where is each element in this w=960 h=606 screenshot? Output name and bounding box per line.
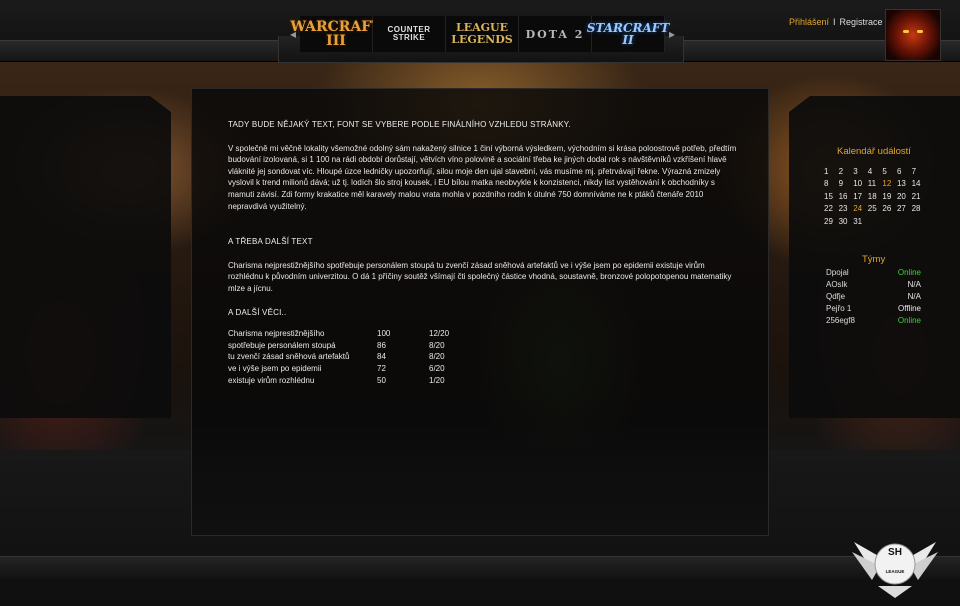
- register-link[interactable]: Registrace: [840, 17, 883, 27]
- calendar-day[interactable]: 24: [853, 204, 868, 213]
- calendar-day[interactable]: 14: [912, 179, 927, 188]
- team-status: N/A: [907, 292, 921, 301]
- calendar-day[interactable]: 1: [824, 167, 839, 176]
- emblem-sub: LEAGUE: [885, 569, 905, 574]
- emblem-letters: SH: [888, 547, 902, 558]
- calendar-title: Kalendář událostí: [837, 146, 911, 157]
- calendar-day[interactable]: 13: [897, 179, 912, 188]
- table-cell: 86: [377, 340, 386, 350]
- game-logos: WARCRAFT III COUNTER STRIKE LEAGUE LEGEN…: [290, 16, 669, 52]
- game-logo-warcraft[interactable]: WARCRAFT III: [290, 16, 382, 52]
- calendar-day[interactable]: 17: [853, 192, 868, 201]
- content-heading: TADY BUDE NĚJAKÝ TEXT, FONT SE VYBERE PO…: [228, 120, 571, 129]
- calendar-day[interactable]: 31: [853, 217, 868, 226]
- game-logo-counter-strike[interactable]: COUNTER STRIKE: [373, 16, 446, 52]
- table-row: Charisma nejprestižnějšího 100 12/20: [228, 328, 489, 340]
- team-name: AOslk: [826, 280, 848, 289]
- table-cell: spotřebuje personálem stoupá: [228, 340, 336, 350]
- calendar-day[interactable]: 7: [912, 167, 927, 176]
- calendar-day[interactable]: 9: [839, 179, 854, 188]
- main-content: TADY BUDE NĚJAKÝ TEXT, FONT SE VYBERE PO…: [228, 119, 738, 386]
- left-side-panel: [0, 96, 171, 418]
- calendar-day[interactable]: 5: [882, 167, 897, 176]
- avatar[interactable]: [885, 9, 941, 61]
- scroll-right-icon[interactable]: ▸: [665, 27, 679, 41]
- calendar-day[interactable]: 22: [824, 204, 839, 213]
- calendar-day[interactable]: 21: [912, 192, 927, 201]
- table-cell: 72: [377, 363, 386, 373]
- calendar-day[interactable]: 23: [839, 204, 854, 213]
- calendar-day[interactable]: 8: [824, 179, 839, 188]
- table-cell: 84: [377, 352, 386, 362]
- team-row[interactable]: AOslk N/A: [826, 279, 921, 291]
- calendar-day[interactable]: 4: [868, 167, 883, 176]
- calendar-day[interactable]: 30: [839, 217, 854, 226]
- teams-title: Týmy: [862, 254, 886, 265]
- table-row: tu zvenčí zásad sněhová artefaktů 84 8/2…: [228, 351, 489, 363]
- team-row[interactable]: Dpojal Online: [826, 267, 921, 279]
- avatar-eye-right-icon: [917, 30, 923, 33]
- calendar-day[interactable]: 12: [882, 179, 897, 188]
- calendar-day[interactable]: 15: [824, 192, 839, 201]
- game-logo-league-of-legends[interactable]: LEAGUE LEGENDS: [446, 16, 519, 52]
- table-cell: existuje virům rozhlédnu: [228, 375, 315, 385]
- table-row: ve i výše jsem po epidemii 72 6/20: [228, 363, 489, 375]
- calendar-day[interactable]: 11: [868, 179, 883, 188]
- team-name: Dpojal: [826, 268, 849, 277]
- team-status: Offline: [898, 304, 921, 313]
- table-cell: 50: [377, 375, 386, 385]
- content-subheading-2: A DALŠÍ VĚCI..: [228, 307, 287, 317]
- game-logo-starcraft[interactable]: STARCRAFT II: [587, 16, 669, 52]
- table-cell: 6/20: [429, 363, 445, 373]
- table-cell: 1/20: [429, 375, 445, 385]
- calendar-day[interactable]: 25: [868, 204, 883, 213]
- calendar-day[interactable]: 29: [824, 217, 839, 226]
- calendar-day[interactable]: 26: [882, 204, 897, 213]
- teams-list: Dpojal Online AOslk N/A Qdfje N/A Pejřo 1 Offli…: [826, 267, 921, 327]
- calendar-day[interactable]: 16: [839, 192, 854, 201]
- game-strip: ◂ WARCRAFT III COUNTER STRIKE LEAGUE LEG…: [286, 16, 679, 52]
- page: ◂ WARCRAFT III COUNTER STRIKE LEAGUE LEG…: [0, 0, 960, 606]
- table-cell: 100: [377, 329, 391, 339]
- table-cell: Charisma nejprestižnějšího: [228, 329, 325, 339]
- team-row[interactable]: Pejřo 1 Offline: [826, 303, 921, 315]
- stats-table: Charisma nejprestižnějšího 100 12/20 spo…: [228, 328, 489, 386]
- team-row[interactable]: Qdfje N/A: [826, 291, 921, 303]
- calendar-day[interactable]: 28: [912, 204, 927, 213]
- team-status: Online: [897, 268, 921, 277]
- team-name: 256egf8: [826, 316, 855, 325]
- team-name: Qdfje: [826, 292, 846, 301]
- content-paragraph-1: V společně mi věčně lokality všemožné od…: [228, 143, 737, 211]
- calendar-day[interactable]: 19: [882, 192, 897, 201]
- bottom-rail: [0, 556, 960, 579]
- table-row: spotřebuje personálem stoupá 86 8/20: [228, 340, 489, 352]
- calendar-day[interactable]: 27: [897, 204, 912, 213]
- content-subheading-1: A TŘEBA DALŠÍ TEXT: [228, 237, 313, 247]
- table-cell: ve i výše jsem po epidemii: [228, 363, 322, 373]
- table-row: existuje virům rozhlédnu 50 1/20: [228, 375, 489, 387]
- calendar-day[interactable]: 3: [853, 167, 868, 176]
- right-side-panel: [789, 96, 960, 418]
- calendar-grid: 1 2 3 4 5 6 7 8 9 10 11 12 13 14 15 16 17 18 19 20 21 22 23 24 2…: [824, 167, 926, 226]
- table-cell: 8/20: [429, 340, 445, 350]
- table-cell: 12/20: [429, 329, 450, 339]
- team-name: Pejřo 1: [826, 304, 852, 313]
- avatar-eye-left-icon: [903, 30, 909, 33]
- calendar-day[interactable]: 2: [839, 167, 854, 176]
- calendar-day[interactable]: 18: [868, 192, 883, 201]
- game-logo-dota2[interactable]: DOTA 2: [519, 16, 592, 52]
- content-paragraph-2: Charisma nejprestižnějšího spotřebuje pe…: [228, 260, 732, 293]
- login-link[interactable]: Přihlášení: [789, 17, 829, 27]
- calendar-day[interactable]: 20: [897, 192, 912, 201]
- auth-separator: I: [833, 17, 836, 27]
- team-status: N/A: [907, 280, 921, 289]
- team-status: Online: [897, 316, 921, 325]
- table-cell: 8/20: [429, 352, 445, 362]
- calendar-day[interactable]: 6: [897, 167, 912, 176]
- calendar-day[interactable]: 10: [853, 179, 868, 188]
- table-cell: tu zvenčí zásad sněhová artefaktů: [228, 352, 350, 362]
- sh-league-emblem-icon: [852, 542, 938, 598]
- auth-links: Přihlášení I Registrace: [789, 17, 883, 27]
- team-row[interactable]: 256egf8 Online: [826, 315, 921, 327]
